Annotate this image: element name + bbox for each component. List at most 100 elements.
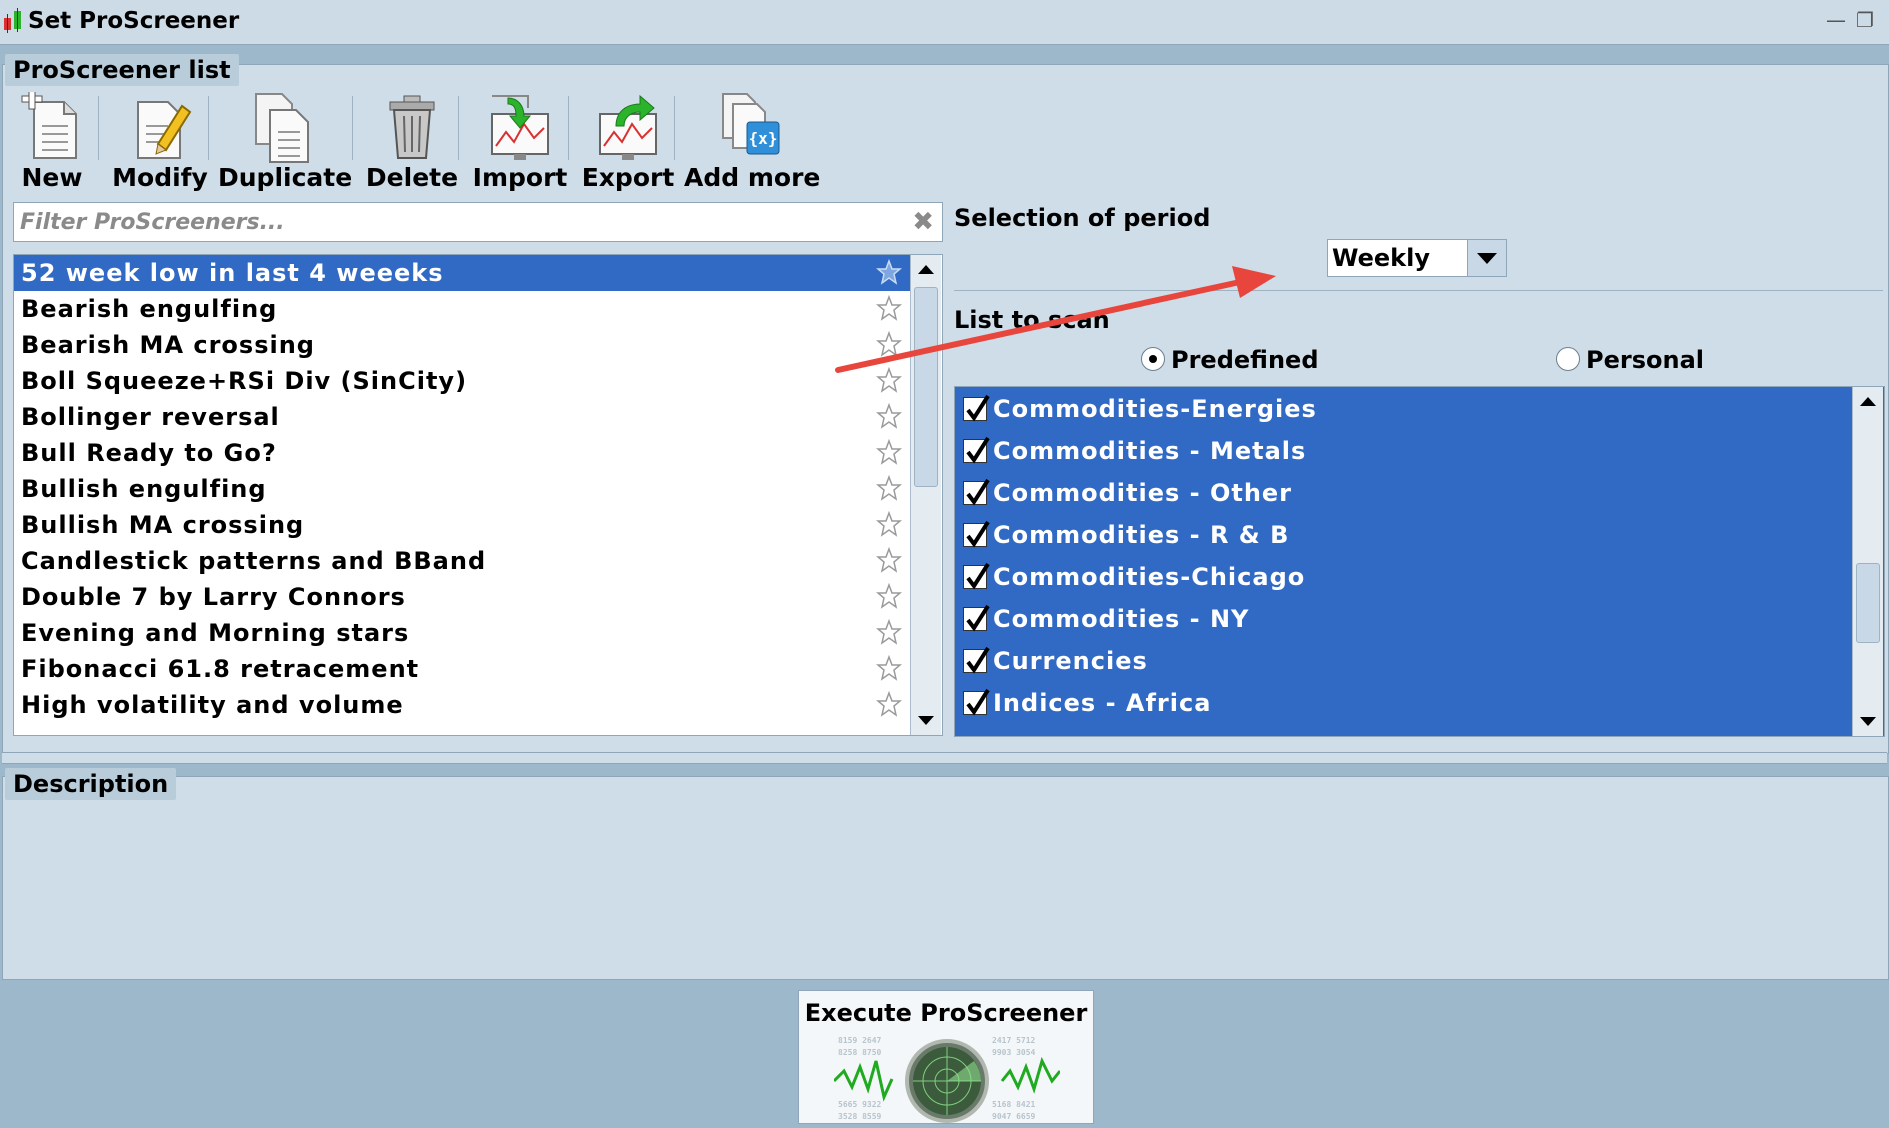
market-list-item[interactable]: Currencies — [959, 641, 1839, 681]
market-list-item[interactable]: Indices - Africa — [959, 683, 1839, 723]
screener-item-label: Boll Squeeze+RSi Div (SinCity) — [21, 367, 468, 395]
market-checkbox[interactable] — [963, 646, 990, 674]
import-button[interactable]: Import — [468, 92, 572, 192]
personal-radio-label: Personal — [1586, 346, 1704, 374]
proscreener-list-label: ProScreener list — [5, 54, 239, 86]
market-checkbox[interactable] — [963, 436, 990, 464]
toolbar-separator — [458, 96, 459, 160]
market-list-scrollbar[interactable] — [1852, 387, 1883, 736]
market-checkbox[interactable] — [963, 562, 990, 590]
screener-list-item[interactable]: Bull Ready to Go? — [14, 435, 910, 471]
screener-list-item[interactable]: Boll Squeeze+RSi Div (SinCity) — [14, 363, 910, 399]
market-list-item[interactable]: Commodities - Other — [959, 473, 1839, 513]
market-list-item[interactable]: Commodities - NY — [959, 599, 1839, 639]
screener-list-item[interactable]: Fibonacci 61.8 retracement — [14, 651, 910, 687]
screener-list-item[interactable]: Evening and Morning stars — [14, 615, 910, 651]
checkmark-icon — [966, 394, 990, 422]
market-list-item[interactable]: Commodities-Energies — [959, 389, 1839, 429]
copy-documents-icon — [255, 93, 309, 163]
screener-list-item[interactable]: Double 7 by Larry Connors — [14, 579, 910, 615]
scrollbar-thumb[interactable] — [914, 287, 938, 487]
splitter[interactable] — [2, 752, 1887, 764]
favorite-star-icon[interactable] — [876, 619, 902, 645]
period-dropdown[interactable]: Weekly — [1327, 239, 1507, 277]
filter-proscreeners-input[interactable] — [18, 205, 902, 239]
execute-proscreener-label: Execute ProScreener — [804, 999, 1088, 1027]
market-item-label: Commodities - Metals — [993, 437, 1307, 465]
screener-item-label: Evening and Morning stars — [21, 619, 410, 647]
market-list-item[interactable]: Commodities-Chicago — [959, 557, 1839, 597]
market-checkbox[interactable] — [963, 604, 990, 632]
scroll-down-button[interactable] — [1853, 706, 1883, 736]
screener-list-item[interactable]: Bollinger reversal — [14, 399, 910, 435]
description-label: Description — [5, 768, 177, 800]
screener-list-item[interactable]: Candlestick patterns and BBand — [14, 543, 910, 579]
new-button[interactable]: New — [12, 92, 92, 192]
new-document-icon — [21, 92, 77, 159]
arrow-up-icon — [918, 265, 934, 274]
favorite-star-icon[interactable] — [876, 295, 902, 321]
favorite-star-icon[interactable] — [876, 475, 902, 501]
svg-text:8159 2647: 8159 2647 — [838, 1036, 882, 1045]
add-more-button[interactable]: {x} Add more — [684, 92, 820, 192]
arrow-down-icon — [918, 716, 934, 725]
screener-list-item[interactable]: Bearish MA crossing — [14, 327, 910, 363]
favorite-star-icon[interactable] — [876, 511, 902, 537]
scroll-up-button[interactable] — [1853, 387, 1883, 417]
add-more-library-icon: {x} — [722, 93, 780, 155]
arrow-down-icon — [1860, 717, 1876, 726]
favorite-star-icon[interactable] — [876, 439, 902, 465]
screener-list-item[interactable]: Bearish engulfing — [14, 291, 910, 327]
market-item-label: Commodities - NY — [993, 605, 1250, 633]
checkmark-icon — [966, 604, 990, 632]
market-item-label: Commodities-Energies — [993, 395, 1317, 423]
screener-list-item[interactable]: 52 week low in last 4 weeeks — [14, 255, 910, 291]
export-button[interactable]: Export — [578, 92, 678, 192]
scroll-up-button[interactable] — [911, 255, 941, 285]
clear-filter-icon[interactable]: ✖ — [912, 207, 934, 237]
screener-list: 52 week low in last 4 weeeks Bearish engu… — [13, 254, 943, 736]
screener-item-label: Candlestick patterns and BBand — [21, 547, 487, 575]
screener-list-item[interactable]: High volatility and volume — [14, 687, 910, 723]
screener-item-label: Bearish engulfing — [21, 295, 278, 323]
checkmark-icon — [966, 520, 990, 548]
market-list-item[interactable]: Commodities - Metals — [959, 431, 1839, 471]
favorite-star-icon[interactable] — [876, 403, 902, 429]
scroll-down-button[interactable] — [911, 705, 941, 735]
delete-button[interactable]: Delete — [362, 92, 462, 192]
scrollbar-thumb[interactable] — [1856, 563, 1880, 643]
modify-button[interactable]: Modify — [108, 92, 212, 192]
market-checkbox[interactable] — [963, 688, 990, 716]
market-checkbox[interactable] — [963, 520, 990, 548]
favorite-star-icon[interactable] — [876, 547, 902, 573]
screener-item-label: Bullish engulfing — [21, 475, 267, 503]
execute-proscreener-button[interactable]: Execute ProScreener 8159 2647 8258 8750 56… — [798, 990, 1094, 1124]
market-checkbox[interactable] — [963, 478, 990, 506]
list-to-scan-label: List to scan — [954, 306, 1110, 334]
screener-item-label: Double 7 by Larry Connors — [21, 583, 406, 611]
favorite-star-icon[interactable] — [876, 367, 902, 393]
import-button-label: Import — [472, 163, 568, 192]
duplicate-button[interactable]: Duplicate — [218, 92, 352, 192]
market-list: Commodities-Energies Commodities - Metals… — [954, 386, 1885, 737]
restore-icon[interactable]: ❐ — [1856, 8, 1874, 32]
favorite-star-icon[interactable] — [876, 691, 902, 717]
chevron-down-icon — [1477, 253, 1497, 264]
svg-text:5665 9322: 5665 9322 — [838, 1100, 882, 1109]
screener-list-item[interactable]: Bullish MA crossing — [14, 507, 910, 543]
svg-text:8258 8750: 8258 8750 — [838, 1048, 882, 1057]
dropdown-arrow-button[interactable] — [1467, 240, 1506, 276]
screener-list-item[interactable]: Bullish engulfing — [14, 471, 910, 507]
favorite-star-icon[interactable] — [876, 583, 902, 609]
favorite-star-icon[interactable] — [876, 259, 902, 285]
market-checkbox[interactable] — [963, 394, 990, 422]
screener-item-label: Fibonacci 61.8 retracement — [21, 655, 420, 683]
minimize-icon[interactable]: — — [1826, 8, 1846, 32]
favorite-star-icon[interactable] — [876, 331, 902, 357]
favorite-star-icon[interactable] — [876, 655, 902, 681]
toolbar-separator — [98, 96, 99, 160]
candlestick-app-icon — [4, 8, 21, 33]
market-list-item[interactable]: Commodities - R & B — [959, 515, 1839, 555]
screener-list-scrollbar[interactable] — [910, 255, 941, 735]
import-chart-icon — [491, 95, 549, 160]
